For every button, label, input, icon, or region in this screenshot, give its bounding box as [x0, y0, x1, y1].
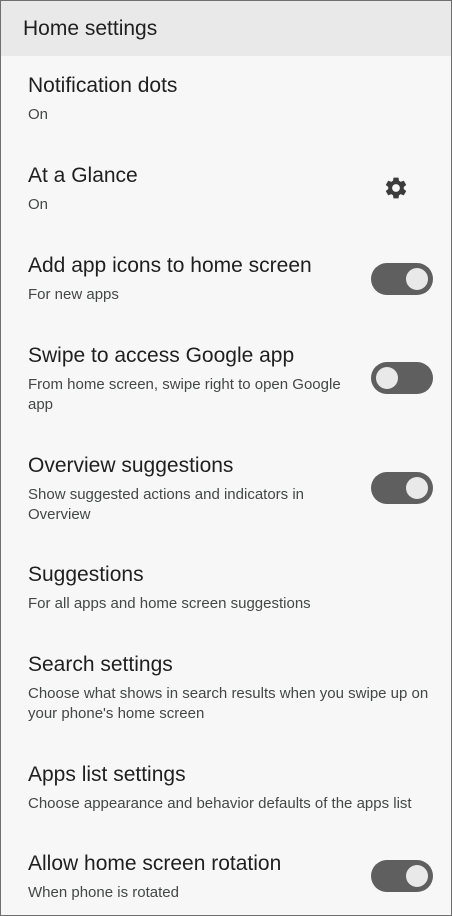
setting-subtitle: On [28, 106, 49, 123]
toggle-knob [376, 367, 398, 389]
setting-title: Apps list settings [28, 763, 186, 786]
setting-home-screen-rotation[interactable]: Allow home screen rotation When phone is… [1, 851, 451, 911]
gear-icon[interactable] [383, 175, 409, 201]
toggle-knob [406, 268, 428, 290]
setting-subtitle: On [28, 196, 49, 213]
setting-search-settings[interactable]: Search settings Choose what shows in sea… [1, 652, 451, 722]
setting-subtitle: Show suggested actions and indicators in… [28, 486, 305, 523]
setting-overview-suggestions[interactable]: Overview suggestions Show suggested acti… [1, 453, 451, 523]
toggle-knob [406, 477, 428, 499]
setting-notification-dots[interactable]: Notification dots On [1, 73, 451, 133]
setting-title: Notification dots [28, 74, 178, 97]
setting-subtitle: From home screen, swipe right to open Go… [28, 376, 341, 413]
setting-subtitle: Choose appearance and behavior defaults … [28, 795, 412, 812]
setting-subtitle: Choose what shows in search results when… [28, 685, 429, 722]
add-app-icons-toggle[interactable] [371, 263, 433, 295]
setting-suggestions[interactable]: Suggestions For all apps and home screen… [1, 562, 451, 622]
setting-subtitle: When phone is rotated [28, 884, 179, 901]
setting-swipe-google-app[interactable]: Swipe to access Google app From home scr… [1, 343, 451, 413]
app-bar: Home settings [1, 1, 451, 56]
page-title: Home settings [23, 16, 158, 40]
overview-suggestions-toggle[interactable] [371, 472, 433, 504]
swipe-google-app-toggle[interactable] [371, 362, 433, 394]
setting-add-app-icons[interactable]: Add app icons to home screen For new app… [1, 253, 451, 313]
setting-title: Suggestions [28, 563, 144, 586]
settings-screen: Home settings Notification dots On At a … [0, 0, 452, 916]
setting-subtitle: For new apps [28, 286, 119, 303]
toggle-knob [406, 865, 428, 887]
setting-apps-list[interactable]: Apps list settings Choose appearance and… [1, 762, 451, 822]
setting-subtitle: For all apps and home screen suggestions [28, 595, 311, 612]
setting-at-a-glance[interactable]: At a Glance On [1, 163, 451, 223]
home-screen-rotation-toggle[interactable] [371, 860, 433, 892]
setting-title: Search settings [28, 653, 173, 676]
